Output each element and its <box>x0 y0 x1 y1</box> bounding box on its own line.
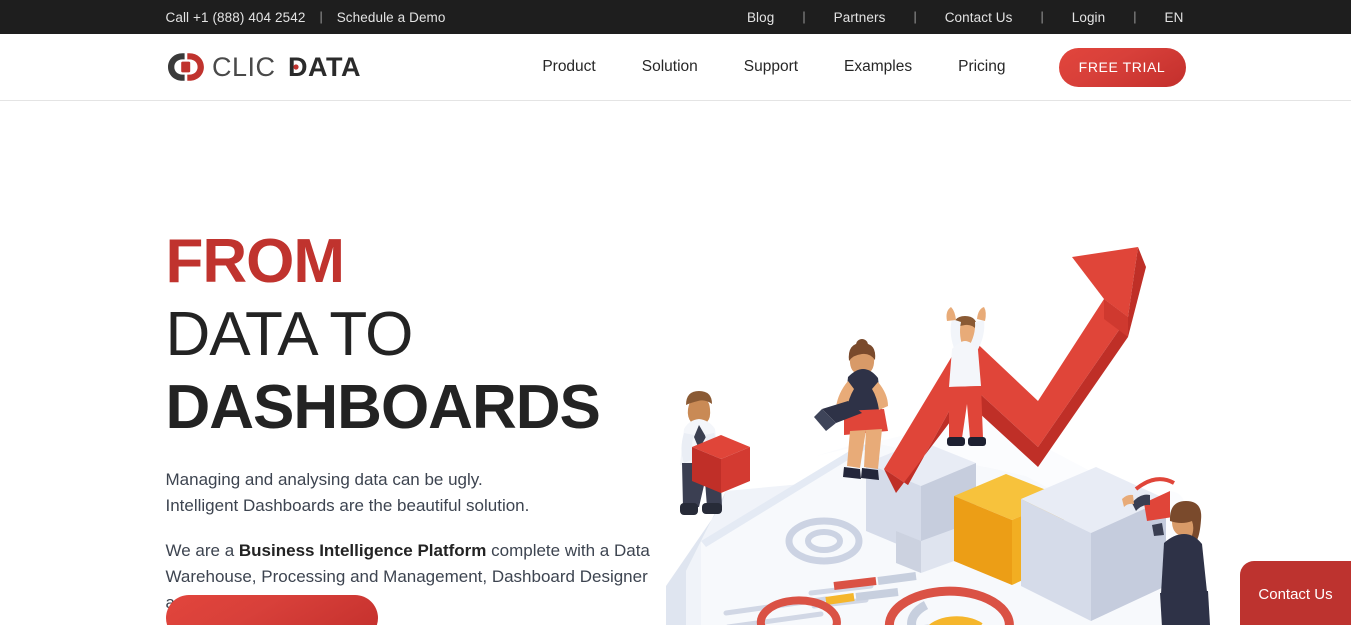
nav-item-pricing[interactable]: Pricing <box>935 58 1028 76</box>
hero-section: FROM DATA TO DASHBOARDS Managing and ana… <box>0 101 1351 625</box>
site-header: CLIC DATA Product Solution Support Examp… <box>0 34 1351 101</box>
growth-arrow-icon <box>883 247 1146 493</box>
orange-block-icon <box>895 474 1064 585</box>
topbar-link-partners[interactable]: Partners <box>832 10 888 25</box>
contact-us-tab[interactable]: Contact Us <box>1240 561 1351 625</box>
separator: | <box>319 10 323 24</box>
separator: | <box>913 10 917 24</box>
paper-sheets-icon <box>665 416 1186 625</box>
main-navigation: Product Solution Support Examples Pricin… <box>519 47 1186 87</box>
clicdata-logo-icon: CLIC DATA <box>167 52 361 82</box>
contact-us-tab-label: Contact Us <box>1258 586 1333 603</box>
topbar-link-blog[interactable]: Blog <box>745 10 776 25</box>
person-sitting-with-laptop <box>813 339 888 480</box>
grey-cube-small-icon <box>865 441 976 554</box>
language-selector-en[interactable]: EN <box>1163 10 1186 25</box>
grey-cube-large-icon <box>1020 467 1166 621</box>
separator: | <box>1133 10 1137 24</box>
nav-item-product[interactable]: Product <box>519 58 618 76</box>
site-header-inner: CLIC DATA Product Solution Support Examp… <box>166 34 1186 100</box>
free-trial-wrap: FREE TRIAL <box>1058 47 1186 87</box>
topbar-link-login[interactable]: Login <box>1070 10 1108 25</box>
person-carrying-box <box>679 391 750 515</box>
schedule-demo-link[interactable]: Schedule a Demo <box>337 10 446 25</box>
svg-text:DATA: DATA <box>288 52 361 82</box>
hero-paragraph-pre: We are a <box>165 541 239 561</box>
svg-text:CLIC: CLIC <box>212 52 276 82</box>
utility-topbar-left: Call +1 (888) 404 2542 | Schedule a Demo <box>166 0 446 34</box>
hero-copy: FROM DATA TO DASHBOARDS Managing and ana… <box>166 225 686 616</box>
data-to-dashboards-isometric-illustration <box>665 247 1210 625</box>
paper-chart-glyphs <box>723 500 1014 625</box>
hero-title: FROM DATA TO DASHBOARDS <box>166 225 686 444</box>
nav-item-solution[interactable]: Solution <box>619 58 721 76</box>
hero-illustration <box>665 241 1226 625</box>
hero-title-line-3: DASHBOARDS <box>165 373 601 443</box>
utility-topbar: Call +1 (888) 404 2542 | Schedule a Demo… <box>0 0 1351 34</box>
phone-link[interactable]: Call +1 (888) 404 2542 <box>166 10 306 25</box>
nav-item-examples[interactable]: Examples <box>821 58 935 76</box>
separator: | <box>1040 10 1044 24</box>
topbar-link-contact-us[interactable]: Contact Us <box>943 10 1015 25</box>
hero-paragraph-bold: Business Intelligence Platform <box>238 541 487 561</box>
utility-topbar-right: Blog | Partners | Contact Us | Login | E… <box>745 0 1186 34</box>
hero-subtitle-line-2: Intelligent Dashboards are the beautiful… <box>165 496 530 516</box>
free-trial-button[interactable]: FREE TRIAL <box>1058 47 1186 87</box>
hero-inner: FROM DATA TO DASHBOARDS Managing and ana… <box>165 101 1210 625</box>
clicdata-logo[interactable]: CLIC DATA <box>166 34 366 100</box>
utility-topbar-inner: Call +1 (888) 404 2542 | Schedule a Demo… <box>166 0 1186 34</box>
hero-title-line-1: FROM <box>165 227 346 296</box>
nav-item-support[interactable]: Support <box>721 58 821 76</box>
hero-subtitle: Managing and analysing data can be ugly.… <box>166 467 686 519</box>
person-reaching-arrow <box>946 307 986 446</box>
hero-subtitle-line-1: Managing and analysing data can be ugly. <box>165 470 483 490</box>
person-with-megaphone <box>1121 477 1210 625</box>
hero-cta-button[interactable] <box>165 595 378 625</box>
hero-title-line-2: DATA TO <box>165 300 414 370</box>
separator: | <box>802 10 806 24</box>
